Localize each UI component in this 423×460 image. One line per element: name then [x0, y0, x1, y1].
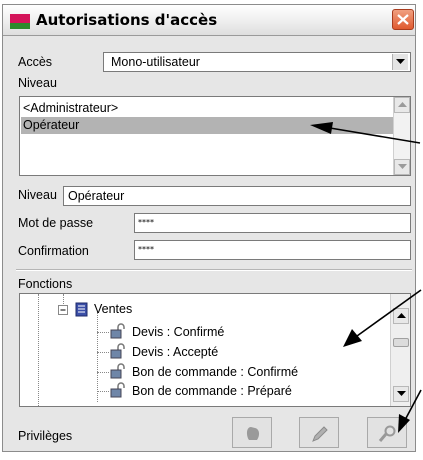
tree-scrollbar[interactable] [390, 294, 410, 406]
lock-icon [110, 343, 125, 359]
lock-icon [110, 363, 125, 379]
niveau-listbox[interactable]: <Administrateur> Opérateur [19, 96, 411, 176]
grant-icon [246, 427, 260, 440]
tree-guide [97, 352, 109, 353]
revoke-button[interactable] [367, 417, 407, 448]
divider [16, 269, 412, 271]
acces-value: Mono-utilisateur [111, 55, 200, 69]
listbox-scrollbar[interactable] [393, 97, 410, 175]
scroll-down-button[interactable] [393, 386, 409, 402]
tree-group-label[interactable]: Ventes [94, 302, 132, 316]
confirm-label: Confirmation [18, 244, 89, 258]
window-title: Autorisations d'accès [36, 11, 218, 29]
tree-guide [97, 332, 109, 333]
niveau-label: Niveau [18, 188, 57, 202]
fonctions-tree[interactable]: Ventes Devis : Confirmé Devis : Accepté … [19, 293, 411, 407]
confirm-field[interactable]: **** [134, 240, 411, 260]
close-icon [397, 14, 409, 25]
scroll-up-button[interactable] [394, 97, 410, 113]
scroll-down-button[interactable] [394, 159, 410, 175]
tree-guide [97, 372, 109, 373]
chevron-down-icon [397, 391, 406, 396]
folder-icon [75, 302, 88, 317]
tree-guide [97, 312, 98, 402]
lock-icon [110, 323, 125, 339]
tree-guide [97, 391, 109, 392]
collapse-icon[interactable] [58, 305, 69, 316]
password-value: **** [138, 218, 154, 227]
grant-button[interactable] [232, 417, 272, 448]
tree-item[interactable]: Devis : Accepté [132, 345, 218, 359]
password-field[interactable]: **** [134, 213, 411, 233]
app-icon [10, 14, 30, 29]
niveau-list-label: Niveau [18, 76, 57, 90]
privileges-label: Privilèges [18, 429, 73, 443]
chevron-up-icon [397, 313, 406, 318]
dropdown-button[interactable] [392, 54, 408, 70]
scroll-up-button[interactable] [393, 308, 409, 324]
edit-button[interactable] [299, 417, 339, 448]
niveau-field[interactable]: Opérateur [63, 186, 411, 206]
edit-icon [312, 426, 328, 442]
lock-icon [110, 382, 125, 398]
list-item-selected[interactable]: Opérateur [21, 117, 393, 134]
chevron-up-icon [398, 102, 407, 107]
chevron-down-icon [398, 164, 407, 169]
chevron-down-icon [396, 59, 405, 64]
tree-item[interactable]: Bon de commande : Confirmé [132, 365, 298, 379]
acces-label: Accès [18, 55, 53, 69]
tree-item[interactable]: Devis : Confirmé [132, 325, 224, 339]
revoke-icon [378, 425, 396, 442]
tree-item[interactable]: Bon de commande : Préparé [132, 384, 292, 398]
password-label: Mot de passe [18, 216, 94, 230]
tree-guide [38, 294, 39, 406]
list-item[interactable]: <Administrateur> [23, 100, 118, 117]
close-button[interactable] [392, 9, 414, 30]
confirm-value: **** [138, 245, 154, 254]
acces-select[interactable]: Mono-utilisateur [103, 52, 411, 72]
title-bar[interactable]: Autorisations d'accès [3, 5, 415, 36]
scroll-thumb[interactable] [393, 338, 409, 347]
fonctions-label: Fonctions [18, 277, 73, 291]
niveau-value: Opérateur [68, 189, 125, 203]
